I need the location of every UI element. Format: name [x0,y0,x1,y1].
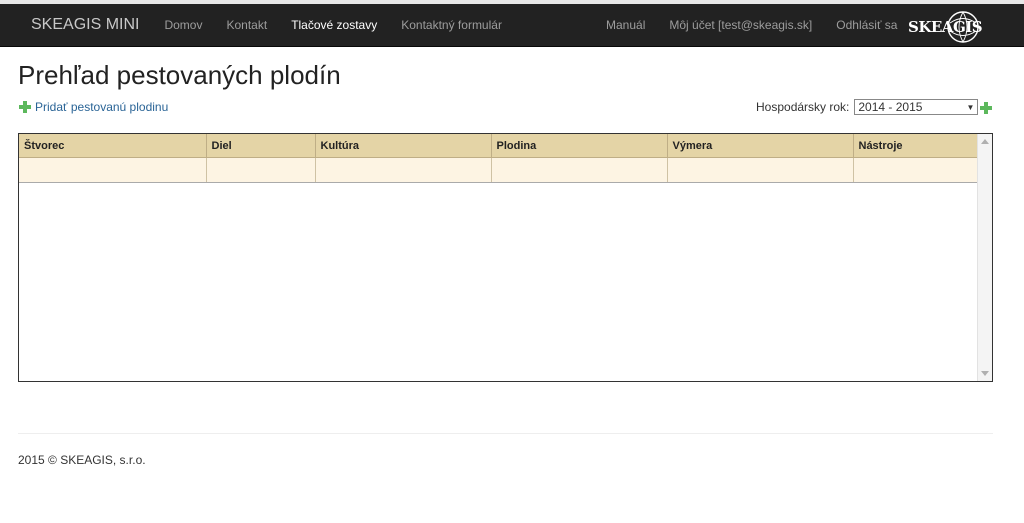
skeagis-logo[interactable]: SKEAGIS [908,10,983,44]
crops-grid: Štvorec Diel Kultúra Plodina Výmera Nást… [18,133,993,382]
column-header-plodina[interactable]: Plodina [491,134,668,158]
page-title: Prehľad pestovaných plodín [18,60,341,90]
nav-kontakt[interactable]: Kontakt [214,18,279,32]
nav-kontaktny-formular[interactable]: Kontaktný formulár [389,18,514,32]
column-header-kultura[interactable]: Kultúra [315,134,492,158]
footer-divider [18,433,993,434]
scroll-down-arrow-icon[interactable] [981,371,989,376]
nav-tlacove-zostavy[interactable]: Tlačové zostavy [279,18,389,32]
table-cell [667,157,854,183]
nav-logout[interactable]: Odhlásiť sa [824,18,909,32]
vertical-scrollbar[interactable] [977,134,992,381]
top-navbar: SKEAGIS MINI Domov Kontakt Tlačové zosta… [0,4,1024,47]
scroll-up-arrow-icon[interactable] [981,139,989,144]
season-value: 2014 - 2015 [858,100,923,114]
add-season-plus-icon[interactable] [979,101,993,115]
column-header-vymera[interactable]: Výmera [667,134,854,158]
nav-right-group: Manuál Môj účet [test@skeagis.sk] Odhlás… [594,4,909,46]
table-header-row: Štvorec Diel Kultúra Plodina Výmera Nást… [19,134,979,158]
brand-link[interactable]: SKEAGIS MINI [31,16,139,34]
table-cell [853,157,979,183]
nav-domov[interactable]: Domov [152,18,214,32]
column-header-stvorec[interactable]: Štvorec [19,134,207,158]
footer-copyright: 2015 © SKEAGIS, s.r.o. [18,453,146,467]
table-cell [206,157,316,183]
crops-table: Štvorec Diel Kultúra Plodina Výmera Nást… [19,134,979,183]
season-selector: Hospodársky rok: 2014 - 2015 ▼ [756,99,979,115]
table-cell [491,157,668,183]
season-dropdown[interactable]: 2014 - 2015 ▼ [854,99,979,115]
table-row[interactable] [19,157,979,183]
nav-manual[interactable]: Manuál [594,18,657,32]
dropdown-arrow-icon: ▼ [966,102,975,112]
column-header-nastroje[interactable]: Nástroje [853,134,979,158]
table-cell [315,157,492,183]
globe-icon [947,11,979,43]
plus-icon [19,101,31,113]
add-crop-label: Pridať pestovanú plodinu [35,100,169,114]
column-header-diel[interactable]: Diel [206,134,316,158]
nav-my-account[interactable]: Môj účet [test@skeagis.sk] [657,18,824,32]
season-label: Hospodársky rok: [756,100,850,114]
add-crop-link[interactable]: Pridať pestovanú plodinu [18,100,168,114]
table-cell [19,157,207,183]
